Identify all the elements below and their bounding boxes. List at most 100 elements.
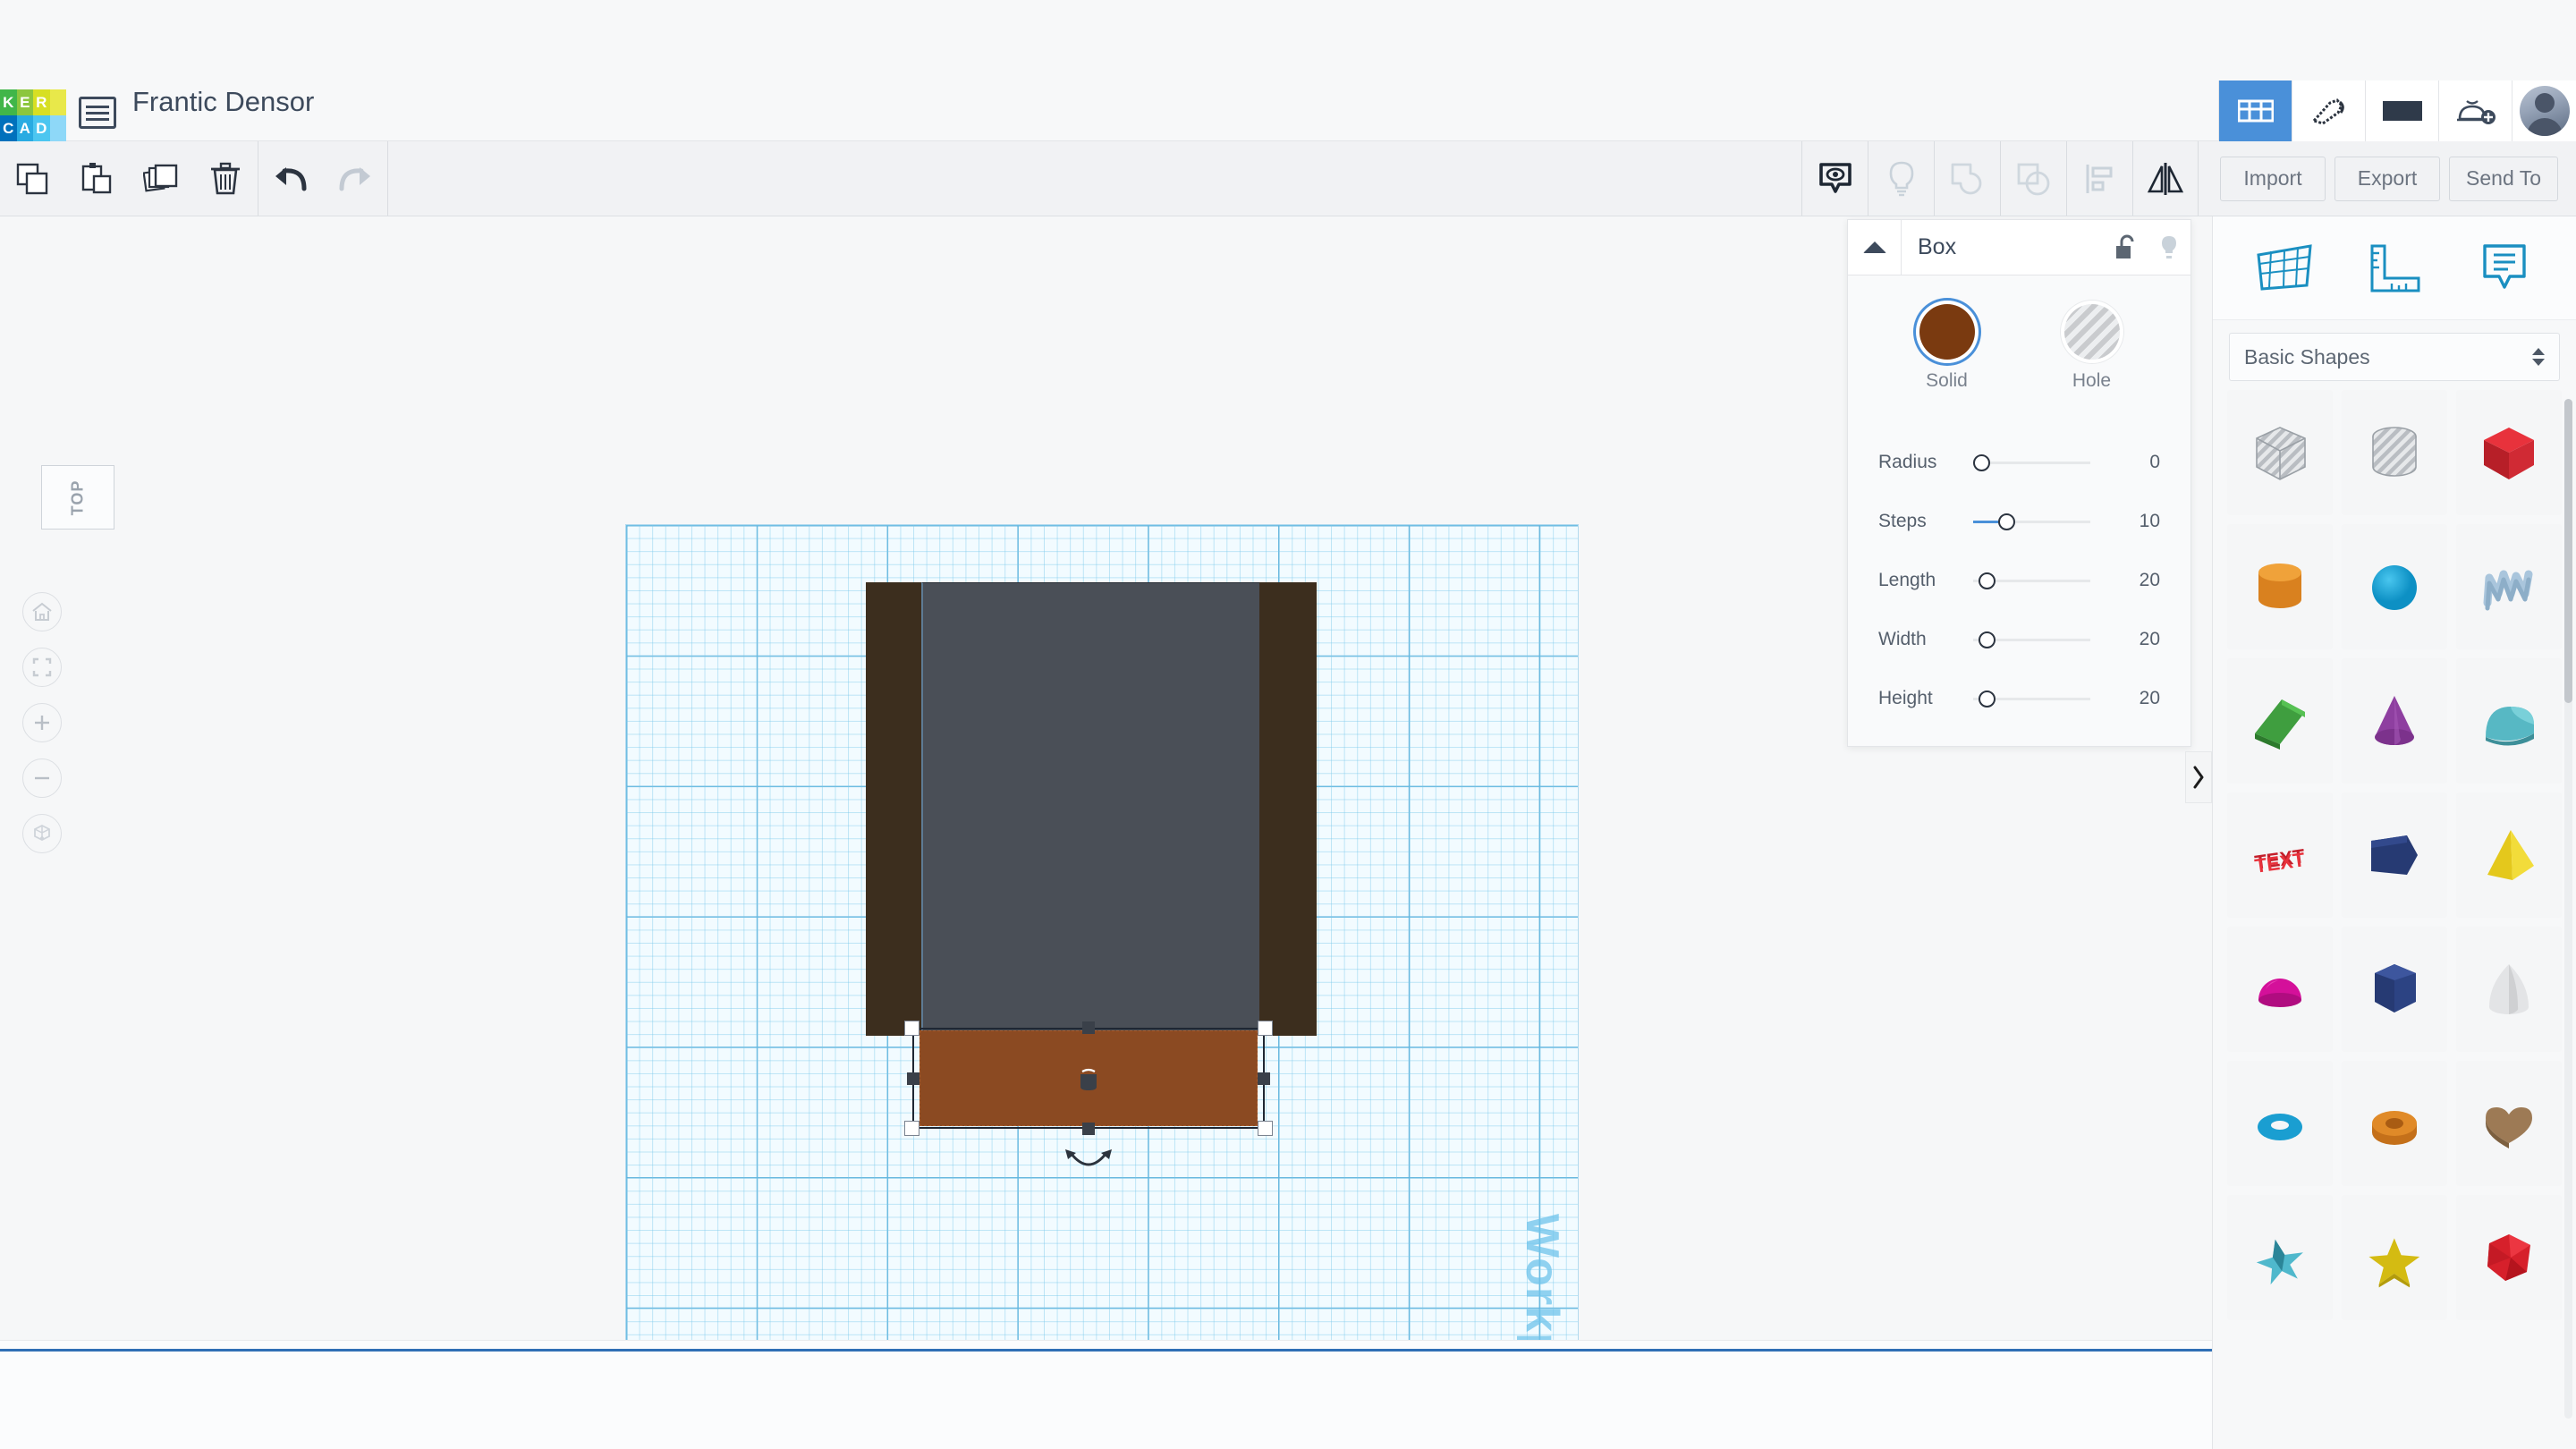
star-shape[interactable] <box>2342 1195 2447 1320</box>
project-list-icon[interactable] <box>79 97 116 129</box>
note-tool-icon[interactable] <box>2467 231 2542 306</box>
resize-handle-bottom-right[interactable] <box>1258 1121 1273 1136</box>
box-hole-shape[interactable] <box>2227 390 2333 515</box>
copy-icon[interactable] <box>0 141 64 216</box>
steps-slider[interactable] <box>1973 512 2110 531</box>
dark-block-icon[interactable] <box>2365 80 2438 141</box>
resize-handle-left-mid[interactable] <box>907 1072 919 1085</box>
properties-collapse-button[interactable] <box>1848 220 1902 275</box>
view-cube-label: TOP <box>69 479 88 515</box>
delete-trash-icon[interactable] <box>193 141 258 216</box>
height-knob[interactable] <box>1979 691 1996 708</box>
steps-value: 10 <box>2110 511 2160 532</box>
length-label: Length <box>1878 570 1973 591</box>
star-thin-shape[interactable] <box>2227 1195 2333 1320</box>
sidebar-tool-tabs <box>2213 216 2576 320</box>
cone-shape[interactable] <box>2342 658 2447 784</box>
half-sphere-shape[interactable] <box>2227 927 2333 1052</box>
sphere-shape[interactable] <box>2342 524 2447 649</box>
export-button[interactable]: Export <box>2334 157 2440 201</box>
workplane-label: Workplane <box>1515 1214 1569 1340</box>
pyramid-shape[interactable] <box>2456 792 2562 918</box>
tube-shape[interactable] <box>2342 1061 2447 1186</box>
properties-title: Box <box>1902 234 2105 260</box>
slider-row-height: Height 20 <box>1878 669 2160 728</box>
hexagon-prism-shape[interactable] <box>2342 927 2447 1052</box>
radius-label: Radius <box>1878 452 1973 473</box>
view-cube[interactable]: TOP <box>41 465 114 530</box>
duplicate-icon[interactable] <box>129 141 193 216</box>
ruler-tool-icon[interactable] <box>2357 231 2432 306</box>
zoom-out-icon[interactable] <box>22 758 62 798</box>
logo-cell-blank <box>50 115 67 141</box>
cylinder-shape[interactable] <box>2227 524 2333 649</box>
rotate-handle[interactable] <box>1063 1149 1114 1176</box>
radius-rail <box>1973 462 2090 464</box>
round-roof-shape[interactable] <box>2456 658 2562 784</box>
bottom-accent-line <box>0 1349 2212 1352</box>
ortho-perspective-icon[interactable] <box>22 814 62 853</box>
undo-icon[interactable] <box>258 141 323 216</box>
solid-option[interactable]: Solid <box>1904 304 1990 392</box>
length-slider[interactable] <box>1973 571 2110 590</box>
paraboloid-shape[interactable] <box>2456 927 2562 1052</box>
torus-shape[interactable] <box>2227 1061 2333 1186</box>
sidebar-collapse-toggle[interactable] <box>2185 751 2212 803</box>
heart-shape[interactable] <box>2456 1061 2562 1186</box>
box-shape[interactable] <box>2456 390 2562 515</box>
cylinder-hole-shape[interactable] <box>2342 390 2447 515</box>
hole-option[interactable]: Hole <box>2049 304 2135 392</box>
group-icon[interactable] <box>1934 141 2000 216</box>
zoom-in-icon[interactable] <box>22 703 62 742</box>
selected-box-object[interactable] <box>919 1030 1258 1126</box>
mirror-icon[interactable] <box>2132 141 2199 216</box>
roof-shape[interactable] <box>2227 658 2333 784</box>
redo-icon[interactable] <box>323 141 387 216</box>
shapes-scroll-area[interactable]: TEXTTEXT <box>2213 390 2576 1435</box>
polyhedron-shape[interactable] <box>2456 1195 2562 1320</box>
resize-handle-bottom-mid[interactable] <box>1082 1123 1095 1135</box>
resize-handle-top-mid[interactable] <box>1082 1021 1095 1034</box>
polygon-box-shape[interactable] <box>2342 792 2447 918</box>
avatar-image <box>2520 86 2570 136</box>
resize-handle-top-right[interactable] <box>1258 1021 1273 1036</box>
navigation-controls <box>22 592 62 853</box>
resize-handle-bottom-left[interactable] <box>904 1121 919 1136</box>
send-to-button[interactable]: Send To <box>2449 157 2558 201</box>
model-object[interactable] <box>866 582 1317 1036</box>
width-slider[interactable] <box>1973 630 2110 649</box>
workplane-tool-icon[interactable] <box>2247 231 2322 306</box>
user-avatar[interactable] <box>2512 80 2576 141</box>
align-icon[interactable] <box>2066 141 2132 216</box>
paste-icon[interactable] <box>64 141 129 216</box>
shape-category-select[interactable]: Basic Shapes <box>2229 333 2560 381</box>
radius-knob[interactable] <box>1973 454 1990 471</box>
unlock-icon[interactable] <box>2105 234 2148 261</box>
resize-handle-top-left[interactable] <box>904 1021 919 1036</box>
height-slider[interactable] <box>1973 689 2110 708</box>
width-knob[interactable] <box>1979 631 1996 648</box>
scribble-shape[interactable] <box>2456 524 2562 649</box>
resize-handle-right-mid[interactable] <box>1258 1072 1270 1085</box>
lightbulb-hint-icon[interactable] <box>1868 141 1934 216</box>
height-handle[interactable] <box>1079 1067 1098 1090</box>
ungroup-icon[interactable] <box>2000 141 2066 216</box>
radius-slider[interactable] <box>1973 453 2110 472</box>
sidebar-scrollbar-thumb[interactable] <box>2564 399 2572 703</box>
steps-knob[interactable] <box>1998 513 2015 530</box>
import-button[interactable]: Import <box>2220 157 2326 201</box>
tinkercad-logo[interactable]: K E R C A D <box>0 89 66 141</box>
slider-row-radius: Radius 0 <box>1878 433 2160 492</box>
lightbulb-icon[interactable] <box>2148 234 2190 261</box>
home-view-icon[interactable] <box>22 592 62 631</box>
invite-collaborator-icon[interactable] <box>2438 80 2512 141</box>
pencil-edit-icon[interactable] <box>2292 80 2365 141</box>
solid-swatch <box>1919 304 1975 360</box>
text-shape[interactable]: TEXTTEXT <box>2227 792 2333 918</box>
length-knob[interactable] <box>1979 572 1996 589</box>
show-hide-eye-icon[interactable] <box>1801 141 1868 216</box>
slider-row-steps: Steps 10 <box>1878 492 2160 551</box>
properties-header: Box <box>1848 220 2190 275</box>
grid-view-icon[interactable] <box>2218 80 2292 141</box>
fit-to-view-icon[interactable] <box>22 648 62 687</box>
